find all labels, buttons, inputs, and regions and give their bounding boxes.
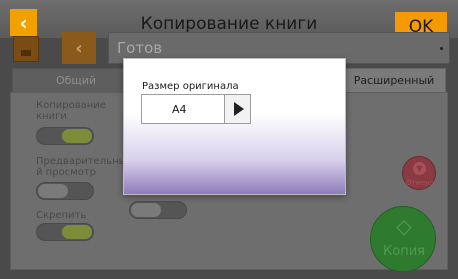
secondary-toggle[interactable] <box>129 201 187 219</box>
tab-general[interactable]: Общий <box>12 68 140 93</box>
preview-label-line1: Предварительны <box>36 156 127 167</box>
original-size-value: A4 <box>172 103 187 116</box>
stop-button[interactable]: ▼ Отмена <box>402 156 436 190</box>
toggle-knob <box>62 129 92 143</box>
toggle-knob <box>131 203 161 217</box>
staple-toggle[interactable] <box>36 223 94 241</box>
original-size-select[interactable]: A4 <box>141 94 251 124</box>
copy-button[interactable]: ◇ Копия <box>370 206 436 272</box>
original-size-label: Размер оригинала <box>142 81 239 92</box>
status-indicator <box>440 47 443 50</box>
book-copy-label-line2: книги <box>36 111 67 122</box>
preview-label-line2: й просмотр <box>36 167 97 178</box>
toggle-knob <box>62 225 92 239</box>
stop-icon: ▼ <box>413 162 426 175</box>
status-text: Готов <box>117 39 163 57</box>
preview-label: Предварительны й просмотр <box>36 156 127 178</box>
nav-back-button[interactable]: ‹ <box>62 32 96 64</box>
start-icon: ◇ <box>396 214 412 238</box>
book-copy-label: Копирование книги <box>36 100 106 122</box>
toggle-knob <box>38 184 68 198</box>
play-arrow-icon[interactable] <box>224 95 250 123</box>
stop-label: Отмена <box>405 179 435 187</box>
tab-advanced[interactable]: Расширенный <box>342 68 446 93</box>
home-icon[interactable] <box>13 36 39 62</box>
screen: ‹ Копирование книги OK ‹ Готов Общий Рас… <box>0 0 458 279</box>
chevron-left-icon: ‹ <box>75 37 83 59</box>
preview-toggle[interactable] <box>36 182 94 200</box>
original-size-dialog: Размер оригинала A4 <box>123 58 346 195</box>
staple-label: Скрепить <box>36 210 87 221</box>
book-copy-label-line1: Копирование <box>36 100 106 111</box>
book-copy-toggle[interactable] <box>36 127 94 145</box>
copy-label: Копия <box>383 244 425 259</box>
